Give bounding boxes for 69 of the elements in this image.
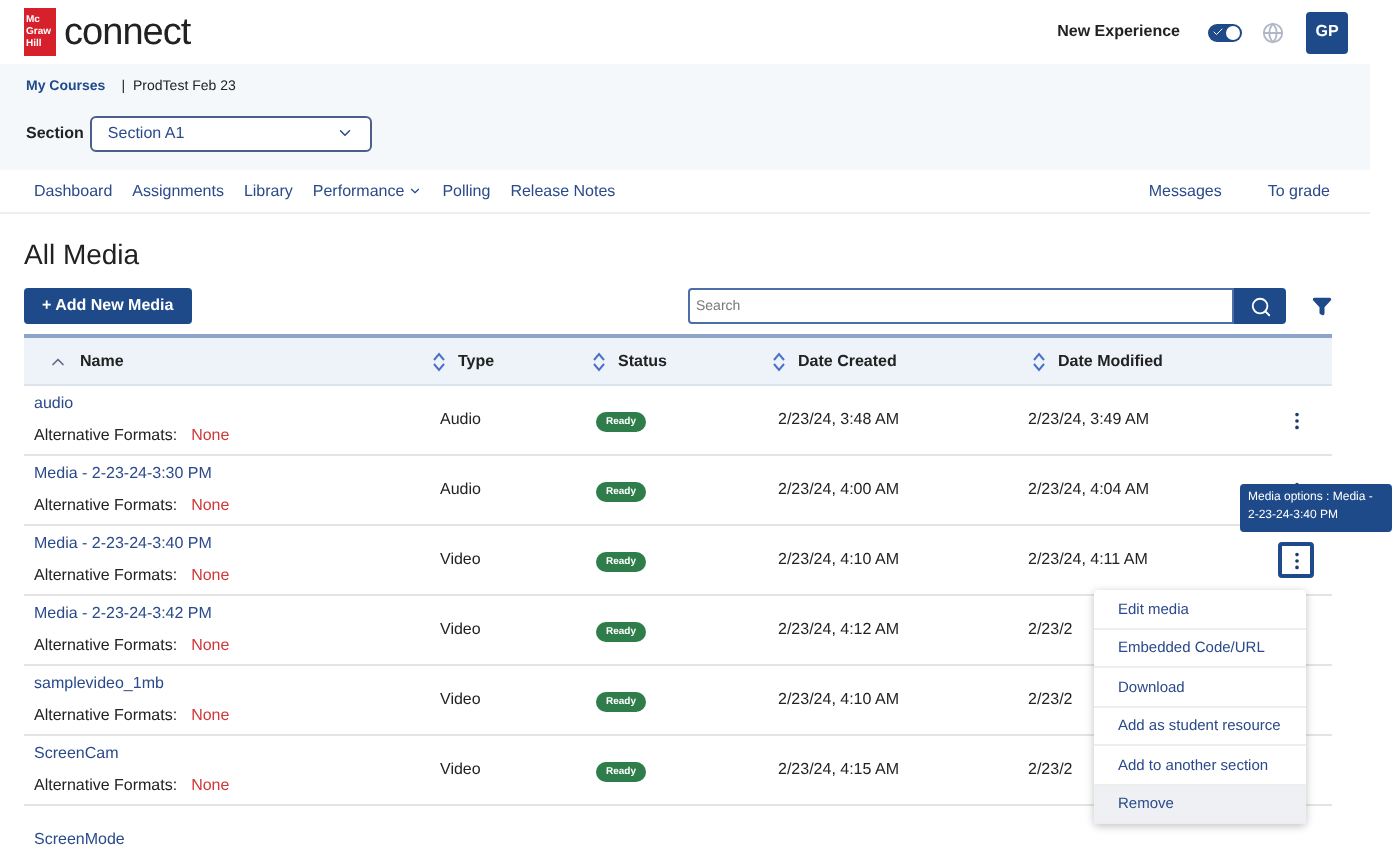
date-created-cell: 2/23/24, 4:12 AM	[778, 620, 899, 638]
type-cell: Audio	[440, 480, 481, 498]
alternative-formats-label: Alternative Formats:	[34, 774, 178, 798]
alternative-formats-value: None	[191, 494, 230, 518]
column-header[interactable]: Date Created	[798, 349, 897, 373]
page-title: All Media	[22, 236, 142, 272]
section-dropdown[interactable]: Section A1	[89, 115, 372, 151]
brand-name: connect	[64, 13, 191, 51]
alternative-formats-label: Alternative Formats:	[34, 704, 178, 728]
column-header[interactable]: Date Modified	[1058, 349, 1163, 373]
media-name-link[interactable]: samplevideo_1mb	[34, 672, 420, 696]
date-modified-cell: 2/23/2	[1028, 690, 1073, 708]
media-name-link[interactable]: ScreenMode	[34, 828, 420, 852]
nav-link[interactable]: Dashboard	[34, 179, 113, 203]
search-button[interactable]	[1234, 288, 1286, 324]
user-avatar[interactable]: GP	[1306, 11, 1348, 53]
caret-icon	[335, 124, 354, 142]
search-icon	[1249, 295, 1271, 317]
date-created-cell: 2/23/24, 3:48 AM	[778, 410, 899, 428]
media-name-link[interactable]: ScreenCam	[34, 742, 420, 766]
media-name-link[interactable]: Media - 2-23-24-3:42 PM	[34, 602, 420, 626]
date-modified-cell: 2/23/24, 4:11 AM	[1028, 550, 1148, 568]
sort-icon[interactable]	[1032, 351, 1046, 371]
alternative-formats-label: Alternative Formats:	[34, 634, 178, 658]
add-media-button[interactable]: + Add New Media	[24, 288, 192, 324]
sort-icon[interactable]	[772, 351, 786, 371]
type-cell: Audio	[440, 410, 481, 428]
filter-icon[interactable]	[1312, 296, 1332, 316]
nav-link[interactable]: Messages	[1148, 179, 1222, 203]
column-header[interactable]: Status	[618, 349, 667, 373]
alternative-formats-value: None	[191, 774, 230, 798]
alternative-formats-label: Alternative Formats:	[34, 564, 178, 588]
alternative-formats-value: None	[191, 634, 230, 658]
sort-icon[interactable]	[592, 351, 606, 371]
nav-link[interactable]: Performance	[312, 179, 423, 203]
new-experience-toggle[interactable]	[1208, 23, 1242, 41]
type-cell: Video	[440, 620, 481, 638]
type-cell: Video	[440, 690, 481, 708]
new-experience-label: New Experience	[1057, 20, 1180, 44]
alternative-formats-label: Alternative Formats:	[34, 424, 178, 448]
date-modified-cell: 2/23/2	[1028, 620, 1073, 638]
type-cell: Video	[440, 550, 481, 568]
alternative-formats-value: None	[191, 704, 230, 728]
column-header[interactable]: Type	[458, 349, 495, 373]
nav-link[interactable]: Assignments	[132, 179, 224, 203]
date-modified-cell: 2/23/24, 4:04 AM	[1028, 480, 1149, 498]
date-modified-cell: 2/23/2	[1028, 760, 1073, 778]
nav-link[interactable]: Library	[243, 179, 293, 203]
check-icon	[1212, 26, 1224, 38]
alternative-formats-value: None	[191, 424, 230, 448]
section-label: Section	[26, 121, 84, 145]
nav-link[interactable]: To grade	[1267, 179, 1330, 203]
column-header[interactable]: Name	[80, 349, 124, 373]
date-created-cell: 2/23/24, 4:15 AM	[778, 760, 899, 778]
media-name-link[interactable]: Media - 2-23-24-3:30 PM	[34, 462, 420, 486]
nav-link[interactable]: Release Notes	[510, 179, 616, 203]
media-name-link[interactable]: audio	[34, 392, 420, 416]
alternative-formats-value: None	[191, 564, 230, 588]
date-created-cell: 2/23/24, 4:10 AM	[778, 690, 899, 708]
date-modified-cell: 2/23/24, 3:49 AM	[1028, 410, 1149, 428]
sort-icon[interactable]	[432, 351, 446, 371]
caret-icon	[408, 184, 423, 198]
type-cell: Video	[440, 760, 481, 778]
nav-link[interactable]: Polling	[442, 179, 491, 203]
media-name-link[interactable]: Media - 2-23-24-3:40 PM	[34, 532, 420, 556]
date-created-cell: 2/23/24, 4:10 AM	[778, 550, 899, 568]
date-created-cell: 2/23/24, 4:00 AM	[778, 480, 899, 498]
alternative-formats-label: Alternative Formats:	[34, 494, 178, 518]
more-options-button[interactable]	[1278, 542, 1314, 578]
